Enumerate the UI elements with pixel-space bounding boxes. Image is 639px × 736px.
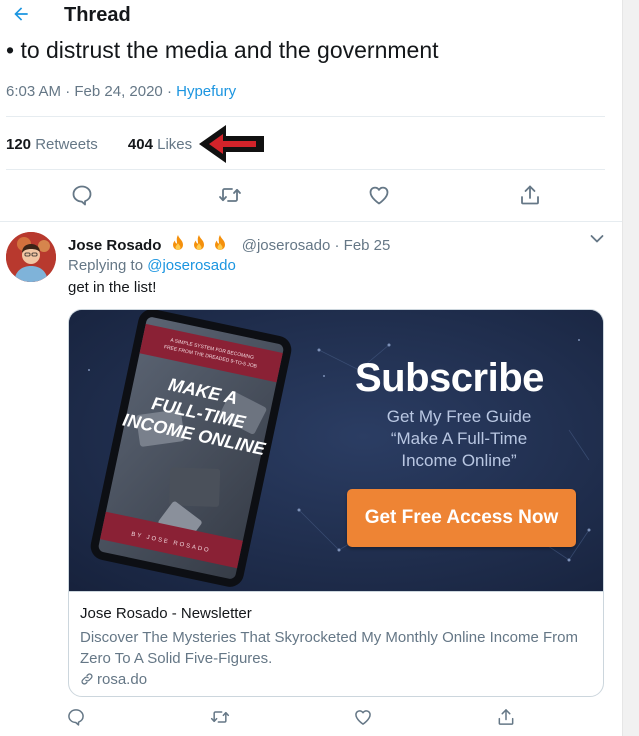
likes-count: 404 <box>127 136 153 153</box>
tweet-source-link[interactable]: Hypefury <box>176 83 236 100</box>
reply-date[interactable]: Feb 25 <box>344 237 391 254</box>
retweets-stat[interactable]: 120 Retweets <box>6 136 98 153</box>
divider <box>0 221 622 222</box>
arrow-left-icon[interactable] <box>10 4 32 24</box>
card-title: Jose Rosado - Newsletter <box>80 605 252 622</box>
get-free-access-button[interactable]: Get Free Access Now <box>347 489 576 547</box>
tweet-timestamp[interactable]: 6:03 AM · Feb 24, 2020 <box>6 83 163 100</box>
replying-prefix: Replying to <box>68 257 144 274</box>
tweet-stats: 120 Retweets 404 Likes <box>6 136 192 153</box>
retweet-icon[interactable] <box>210 707 230 727</box>
author-handle[interactable]: @joserosado <box>242 237 331 254</box>
banner-line: “Make A Full-Time <box>390 429 528 448</box>
reply-icon[interactable] <box>66 707 86 727</box>
card-banner-image[interactable]: MAKE A FULL-TIME INCOME ONLINE A SIMPLE … <box>69 310 603 591</box>
card-info[interactable]: Jose Rosado - Newsletter Discover The My… <box>69 591 603 696</box>
share-icon[interactable] <box>496 707 516 727</box>
retweet-icon[interactable] <box>218 183 242 207</box>
likes-label: Likes <box>157 136 193 153</box>
divider <box>6 169 605 170</box>
meta-separator: · <box>334 237 340 254</box>
banner-headline: Subscribe <box>355 356 544 400</box>
reply-icon[interactable] <box>70 183 94 207</box>
reply-text: get in the list! <box>68 279 157 296</box>
chevron-down-icon[interactable] <box>590 234 604 244</box>
banner-line: Get My Free Guide <box>386 407 532 426</box>
card-domain: rosa.do <box>97 671 148 688</box>
thread-header: Thread <box>0 0 622 30</box>
replying-handle-link[interactable]: @joserosado <box>147 257 236 274</box>
scrollbar[interactable] <box>622 0 639 736</box>
tweet-action-bar <box>60 183 560 207</box>
tweet-text: • to distrust the media and the governme… <box>6 37 439 63</box>
divider <box>6 116 605 117</box>
likes-stat[interactable]: 404 Likes <box>128 136 192 153</box>
card-description: Discover The Mysteries That Skyrocketed … <box>80 629 578 667</box>
retweets-count: 120 <box>6 136 32 153</box>
avatar[interactable] <box>6 232 56 282</box>
page-title: Thread <box>64 4 131 26</box>
like-icon[interactable] <box>367 183 391 207</box>
author-name[interactable]: Jose Rosado <box>68 237 161 254</box>
link-card[interactable]: MAKE A FULL-TIME INCOME ONLINE A SIMPLE … <box>68 309 604 697</box>
flame-emojis <box>169 234 235 256</box>
banner-subtext: Get My Free Guide “Make A Full-Time Inco… <box>369 406 549 472</box>
meta-separator: · <box>166 83 172 100</box>
reply-header: Jose Rosado @joserosado · Feb 25 <box>68 234 390 256</box>
tweet-meta: 6:03 AM · Feb 24, 2020 · Hypefury <box>6 83 236 100</box>
annotation-arrow-icon <box>199 125 264 163</box>
replying-to: Replying to @joserosado <box>68 257 236 274</box>
like-icon[interactable] <box>353 707 373 727</box>
banner-line: Income Online” <box>401 451 517 470</box>
reply-action-bar <box>56 707 556 731</box>
link-icon <box>81 673 93 685</box>
card-link[interactable]: rosa.do <box>80 671 147 688</box>
retweets-label: Retweets <box>35 136 98 153</box>
share-icon[interactable] <box>518 183 542 207</box>
